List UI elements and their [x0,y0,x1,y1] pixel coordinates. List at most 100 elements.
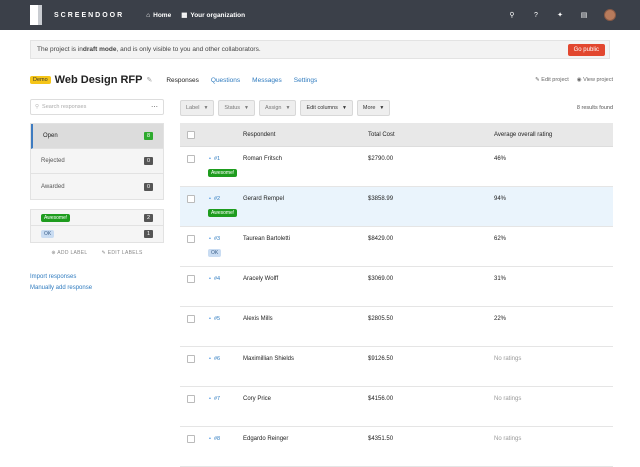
document-icon[interactable]: ▤ [580,11,588,19]
status-count: 0 [144,157,153,165]
label-actions: ⊕ ADD LABEL ✎ EDIT LABELS [30,250,164,256]
nav-home[interactable]: ⌂ Home [146,12,171,19]
response-number-link[interactable]: #3 [209,236,220,242]
row-checkbox[interactable] [187,235,195,243]
average-rating: No ratings [494,436,522,442]
row-checkbox[interactable] [187,155,195,163]
table-row[interactable]: #6 Maximillian Shields $9126.50 No ratings [180,347,613,387]
user-avatar[interactable] [604,9,616,21]
average-rating: 94% [494,196,507,202]
import-responses-link[interactable]: Import responses [30,272,164,283]
status-item-rejected[interactable]: Rejected 0 [31,149,163,174]
more-options-icon[interactable]: ⋯ [151,103,158,111]
project-actions: ✎ Edit project ◉ View project [535,77,613,83]
search-placeholder: Search responses [42,104,87,110]
row-checkbox[interactable] [187,435,195,443]
row-checkbox[interactable] [187,355,195,363]
respondent-name: Roman Fritsch [243,156,283,162]
row-checkbox[interactable] [187,195,195,203]
help-icon[interactable]: ? [532,12,540,19]
select-all-checkbox[interactable] [187,131,195,139]
response-number-link[interactable]: #6 [209,356,220,362]
response-number-link[interactable]: #2 [209,196,220,202]
total-cost: $2790.00 [368,156,394,162]
brand-name[interactable]: SCREENDOOR [54,12,124,19]
average-rating: 46% [494,156,507,162]
edit-labels-button[interactable]: ✎ EDIT LABELS [102,250,143,256]
edit-project-link[interactable]: ✎ Edit project [535,77,569,83]
column-header-rating[interactable]: Average overall rating [494,132,552,138]
table-row[interactable]: #4 Aracely Wolff $3069.00 31% [180,267,613,307]
table-row[interactable]: #5 Alexis Mills $2805.50 22% [180,307,613,347]
screendoor-logo-icon[interactable] [30,5,42,25]
row-checkbox[interactable] [187,315,195,323]
go-public-button[interactable]: Go public [567,44,605,56]
banner-text-bold: draft mode [82,46,117,53]
edit-project-label: Edit project [541,77,569,83]
status-item-open[interactable]: Open 8 [31,124,163,149]
add-response-link[interactable]: Manually add response [30,283,164,294]
response-number-link[interactable]: #8 [209,436,220,442]
search-input[interactable]: ⚲ Search responses ⋯ [30,99,164,115]
status-count: 0 [144,182,153,191]
status-dropdown[interactable]: Status ▼ [218,99,255,116]
table-row[interactable]: #3 Taurean Bartoletti $8429.00 62% OK [180,227,613,267]
assign-dropdown[interactable]: Assign ▼ [258,99,297,116]
row-checkbox[interactable] [187,275,195,283]
tab-messages[interactable]: Messages [252,77,282,84]
edit-columns-dropdown[interactable]: Edit columns ▼ [300,99,353,116]
search-icon[interactable]: ⚲ [508,11,516,19]
response-number-link[interactable]: #7 [209,396,220,402]
response-number-link[interactable]: #5 [209,316,220,322]
sidebar: ⚲ Search responses ⋯ Open 8 Rejected 0 A… [30,99,164,294]
respondent-name: Gerard Rempel [243,196,285,202]
column-header-respondent[interactable]: Respondent [243,132,275,138]
plus-icon: ⊕ [51,250,56,256]
label-item-ok[interactable]: OK 1 [31,226,163,242]
nav-organization[interactable]: ▦ Your organization [181,11,245,20]
total-cost: $4351.50 [368,436,394,442]
view-project-link[interactable]: ◉ View project [577,77,613,83]
lightbulb-icon[interactable]: ✦ [556,11,564,19]
table-row[interactable]: #1 Roman Fritsch $2790.00 46% Awesome! [180,147,613,187]
status-dropdown-text: Status [224,104,241,111]
add-label-button[interactable]: ⊕ ADD LABEL [51,250,87,256]
label-count: 1 [144,230,153,238]
view-project-label: View project [583,77,613,83]
nav-home-label: Home [153,11,172,19]
table-row[interactable]: #7 Cory Price $4156.00 No ratings [180,387,613,427]
label-chip: OK [41,230,55,238]
more-dropdown[interactable]: More ▼ [356,99,391,116]
respondent-name: Alexis Mills [243,316,273,322]
average-rating: No ratings [494,396,522,402]
response-number-link[interactable]: #1 [209,156,220,162]
more-dropdown-text: More [362,104,376,111]
column-header-total-cost[interactable]: Total Cost [368,132,395,138]
row-checkbox[interactable] [187,395,195,403]
label-dropdown[interactable]: Label ▼ [180,99,215,116]
label-dropdown-text: Label [186,104,200,111]
top-icons: ⚲ ? ✦ ▤ [508,0,616,30]
tab-settings[interactable]: Settings [294,77,318,84]
response-number-link[interactable]: #4 [209,276,220,282]
edit-columns-text: Edit columns [306,104,338,111]
total-cost: $9126.50 [368,356,394,362]
pencil-icon[interactable]: ✎ [146,76,152,84]
eye-icon: ◉ [576,77,582,83]
total-cost: $8429.00 [368,236,394,242]
chevron-down-icon: ▼ [379,104,385,111]
average-rating: No ratings [494,356,522,362]
table-row[interactable]: #2 Gerard Rempel $3858.99 94% Awesome! [180,187,613,227]
label-item-awesome[interactable]: Awesome! 2 [31,210,163,226]
respondent-name: Cory Price [243,396,272,402]
status-label: Rejected [41,158,65,164]
chevron-down-icon: ▼ [285,104,291,111]
response-label-chip: OK [208,249,222,257]
table-row[interactable]: #8 Edgardo Reinger $4351.50 No ratings [180,427,613,467]
pencil-icon: ✎ [535,77,540,83]
status-label: Awarded [41,183,65,190]
status-item-awarded[interactable]: Awarded 0 [31,174,163,199]
home-icon: ⌂ [146,11,151,19]
tab-responses[interactable]: Responses [166,77,199,84]
tab-questions[interactable]: Questions [211,77,240,84]
